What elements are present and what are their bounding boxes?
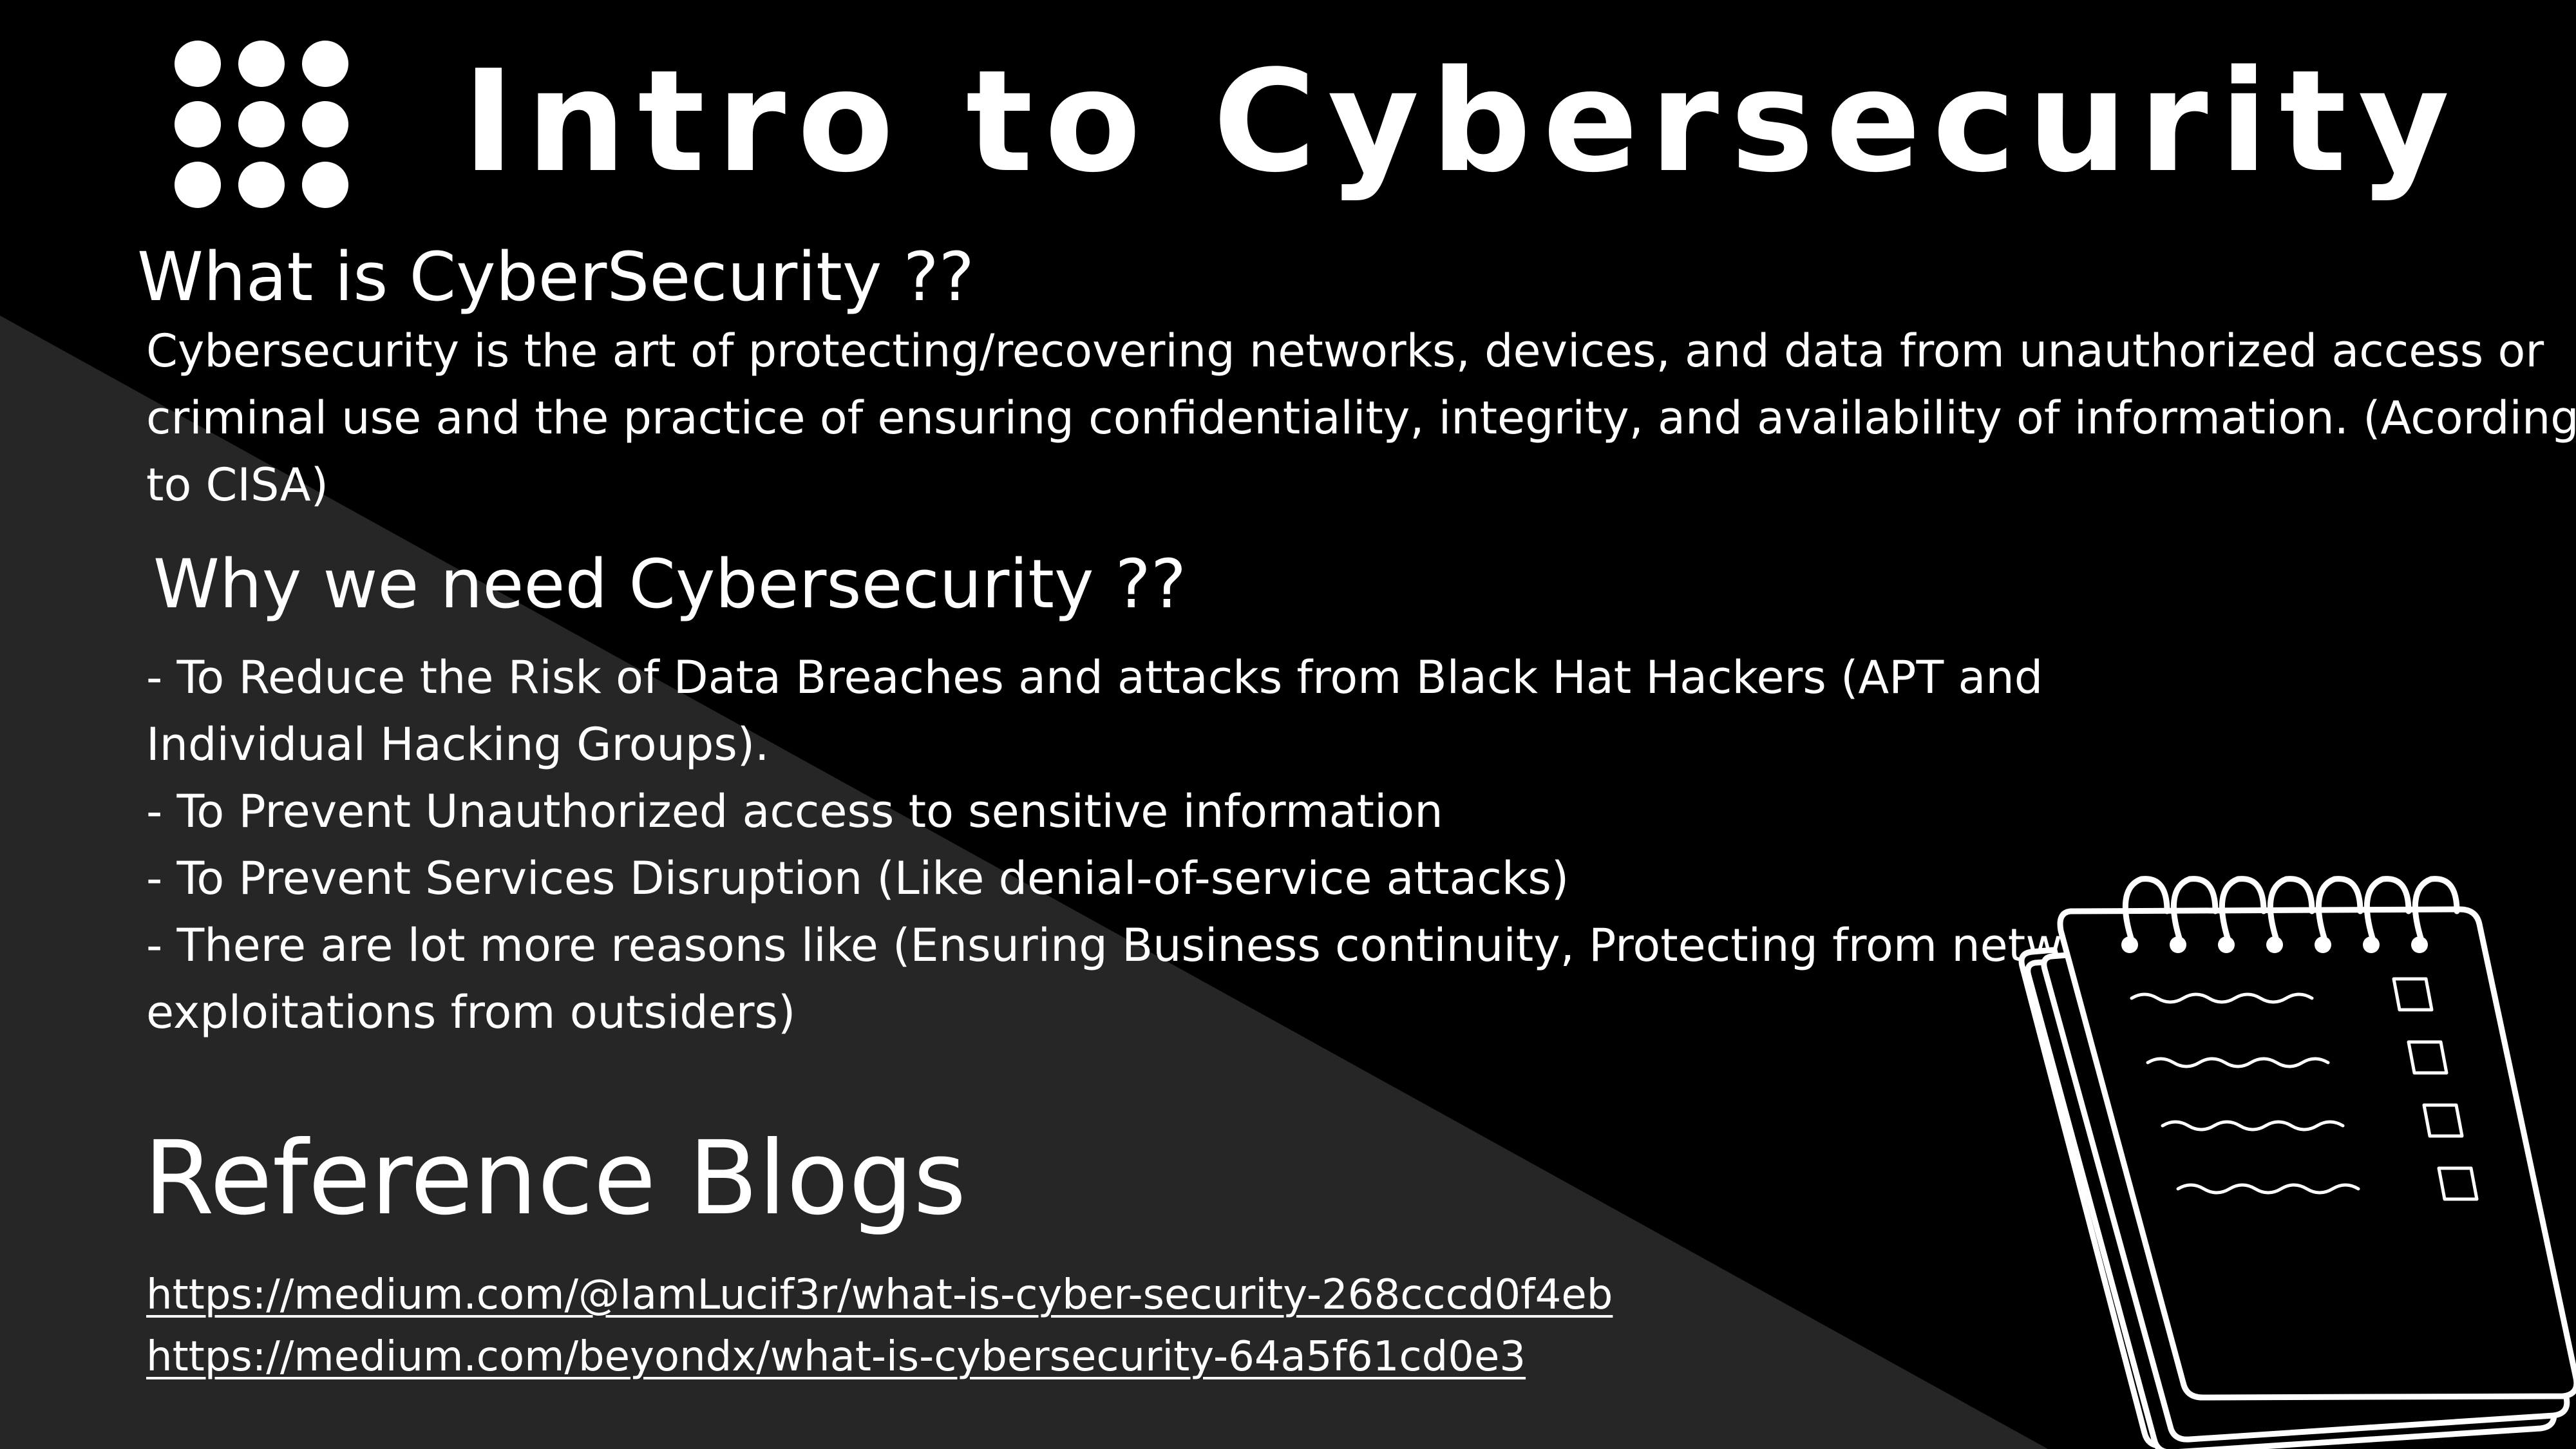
reference-link-2[interactable]: https://medium.com/beyondx/what-is-cyber… [146, 1326, 1613, 1388]
dot-grid-icon [175, 41, 348, 208]
notepad-checklist-icon [2018, 876, 2576, 1449]
slide: Intro to Cybersecurity What is CyberSecu… [0, 0, 2576, 1449]
definition-line: to CISA) [146, 459, 328, 511]
reasons-line: - To Prevent Unauthorized access to sens… [146, 785, 1443, 838]
reasons-list: - To Reduce the Risk of Data Breaches an… [146, 644, 2135, 1046]
reference-blogs-heading: Reference Blogs [144, 1119, 967, 1238]
definition-line: criminal use and the practice of ensurin… [146, 392, 2576, 444]
reasons-line: Individual Hacking Groups). [146, 718, 770, 771]
reasons-line: - There are lot more reasons like (Ensur… [146, 919, 2135, 972]
reasons-line: exploitations from outsiders) [146, 986, 796, 1039]
definition-line: Cybersecurity is the art of protecting/r… [146, 325, 2544, 377]
reasons-line: - To Prevent Services Disruption (Like d… [146, 852, 1569, 905]
section-heading-what: What is CyberSecurity ?? [137, 238, 974, 316]
reasons-line: - To Reduce the Risk of Data Breaches an… [146, 651, 2043, 704]
definition-paragraph: Cybersecurity is the art of protecting/r… [146, 317, 2576, 518]
reference-links: https://medium.com/@IamLucif3r/what-is-c… [146, 1264, 1613, 1388]
reference-link-1[interactable]: https://medium.com/@IamLucif3r/what-is-c… [146, 1264, 1613, 1326]
slide-title: Intro to Cybersecurity [462, 41, 2461, 204]
section-heading-why: Why we need Cybersecurity ?? [153, 545, 1187, 623]
